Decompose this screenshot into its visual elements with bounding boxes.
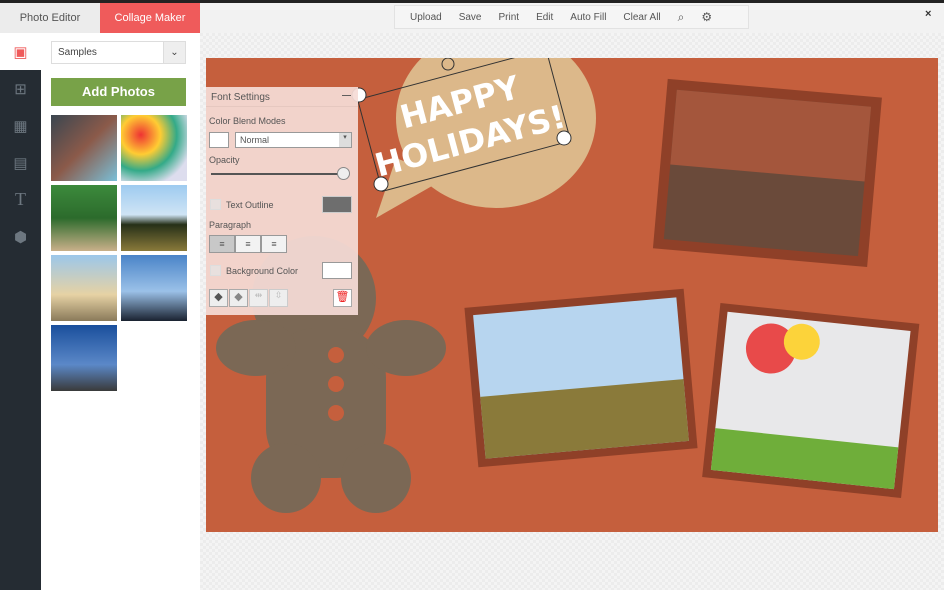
gear-icon[interactable]: ⚙ — [701, 10, 712, 24]
background-color-checkbox[interactable] — [210, 265, 221, 276]
tool-rail: ▣ ⊞ ▦ ▤ T ⬢ — [0, 33, 41, 590]
background-color-swatch[interactable] — [322, 262, 352, 279]
photo-thumb[interactable] — [51, 115, 117, 181]
photo-thumb[interactable] — [51, 255, 117, 321]
text-icon[interactable]: T — [0, 181, 41, 218]
photo-thumb[interactable] — [121, 255, 187, 321]
align-right-icon[interactable]: ≡ — [261, 235, 287, 253]
chevron-down-icon: ▾ — [339, 133, 351, 147]
photo-frame-motorcycle[interactable] — [652, 78, 882, 267]
opacity-label: Opacity — [209, 155, 240, 165]
mode-tabs: Photo Editor Collage Maker — [0, 3, 200, 39]
align-center-icon[interactable]: ≡ — [235, 235, 261, 253]
background-color-label: Background Color — [226, 266, 299, 276]
resize-handle[interactable] — [373, 176, 389, 192]
outline-color-swatch[interactable] — [322, 196, 352, 213]
send-backward-icon[interactable]: ◆ — [229, 289, 248, 307]
save-button[interactable]: Save — [459, 12, 482, 23]
tab-collage-maker[interactable]: Collage Maker — [100, 3, 200, 39]
edit-button[interactable]: Edit — [536, 12, 553, 23]
blend-mode-select[interactable]: Normal ▾ — [235, 132, 352, 148]
flip-vertical-icon[interactable]: ⇳ — [269, 289, 288, 307]
auto-fill-button[interactable]: Auto Fill — [570, 12, 606, 23]
close-button[interactable]: × — [925, 8, 931, 20]
layer-buttons: ◆ ◆ ⇹ ⇳ — [209, 289, 288, 307]
opacity-slider[interactable] — [211, 173, 343, 175]
add-photos-button[interactable]: Add Photos — [51, 78, 186, 106]
paragraph-label: Paragraph — [209, 220, 252, 230]
bring-forward-icon[interactable]: ◆ — [209, 289, 228, 307]
search-icon[interactable]: ⌕ — [678, 10, 685, 25]
photo-thumb[interactable] — [121, 115, 187, 181]
image-icon[interactable]: ▣ — [0, 33, 41, 70]
text-outline-label: Text Outline — [226, 200, 274, 210]
source-select-value: Samples — [58, 47, 97, 58]
align-left-icon[interactable]: ≡ — [209, 235, 235, 253]
source-select[interactable]: Samples ⌄ — [51, 41, 186, 64]
photo-frame-hill[interactable] — [464, 288, 698, 468]
clear-all-button[interactable]: Clear All — [623, 12, 660, 23]
toolbar: Upload Save Print Edit Auto Fill Clear A… — [394, 5, 749, 29]
photo-thumb[interactable] — [51, 325, 117, 391]
blend-mode-value: Normal — [240, 135, 270, 145]
chevron-down-icon[interactable]: ⌄ — [163, 42, 185, 63]
photo-frame-balloons[interactable] — [702, 303, 920, 498]
font-settings-panel: Font Settings — Color Blend Modes Normal… — [206, 87, 358, 315]
font-settings-title: Font Settings — [211, 92, 270, 103]
cube-icon[interactable]: ⬢ — [0, 218, 41, 255]
photo-thumb[interactable] — [51, 185, 117, 251]
text-color-swatch[interactable] — [209, 132, 229, 148]
photos-panel: Samples ⌄ Add Photos — [41, 33, 200, 590]
blend-label: Color Blend Modes — [209, 116, 286, 126]
opacity-slider-handle[interactable] — [337, 167, 350, 180]
paragraph-align-group: ≡ ≡ ≡ — [209, 235, 287, 253]
grid-icon[interactable]: ▦ — [0, 107, 41, 144]
trash-icon[interactable]: 🗑 — [333, 289, 352, 307]
flip-horizontal-icon[interactable]: ⇹ — [249, 289, 268, 307]
collapse-button[interactable]: — — [342, 90, 351, 100]
print-button[interactable]: Print — [499, 12, 520, 23]
text-outline-checkbox[interactable] — [210, 199, 221, 210]
photo-thumb[interactable] — [121, 185, 187, 251]
tab-photo-editor[interactable]: Photo Editor — [0, 3, 100, 33]
divider — [206, 106, 358, 107]
photo-thumbnails — [51, 115, 188, 391]
resize-handle[interactable] — [556, 130, 572, 146]
upload-button[interactable]: Upload — [410, 12, 442, 23]
pattern-icon[interactable]: ▤ — [0, 144, 41, 181]
layout-icon[interactable]: ⊞ — [0, 70, 41, 107]
